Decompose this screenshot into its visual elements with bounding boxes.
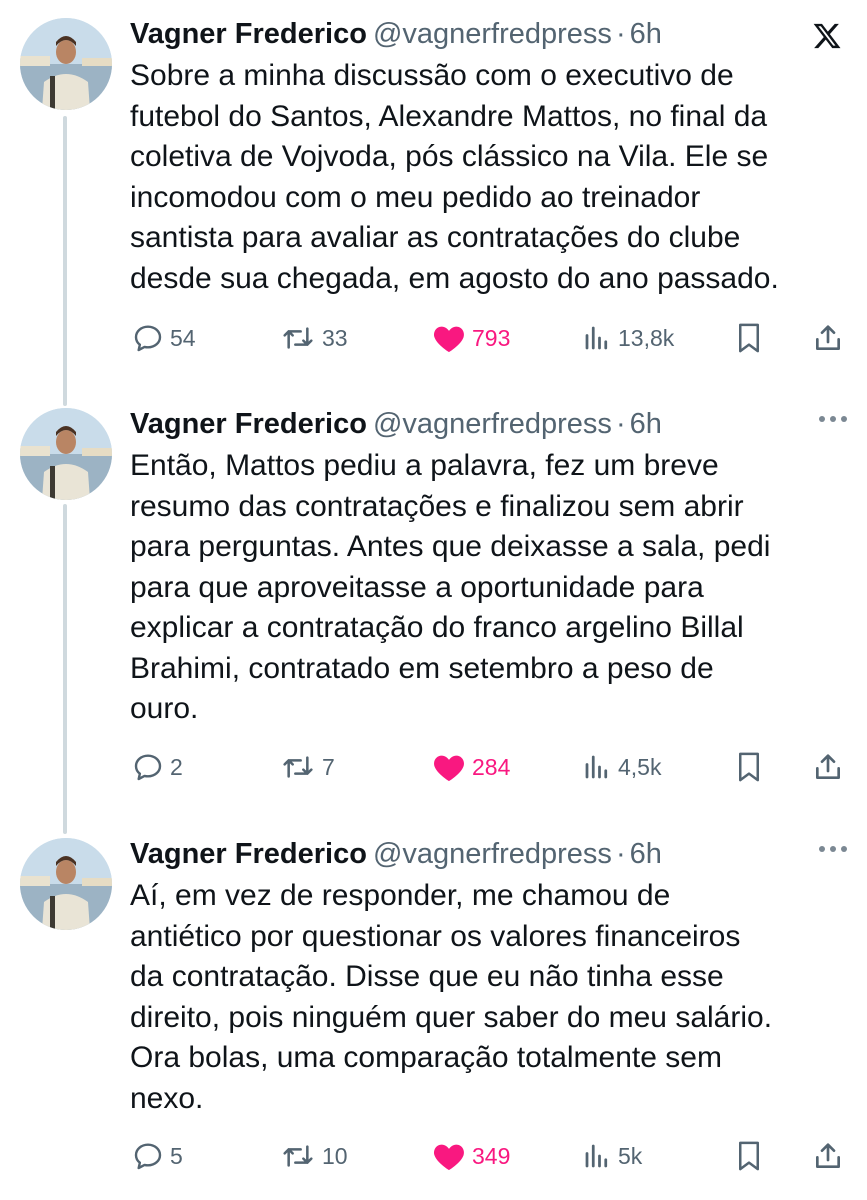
views-button[interactable]: 5k (582, 1136, 642, 1176)
tweet-1[interactable]: Vagner Frederico @vagnerfredpress · 6h Sobr… (0, 0, 867, 390)
tweet-3[interactable]: Vagner Frederico @vagnerfredpress · 6h Aí, … (0, 820, 867, 1200)
author-handle[interactable]: @vagnerfredpress (373, 838, 612, 870)
author-name[interactable]: Vagner Frederico (130, 18, 367, 50)
repost-button[interactable]: 7 (280, 747, 335, 787)
avatar[interactable] (20, 18, 112, 110)
repost-count: 7 (322, 753, 335, 780)
repost-icon (283, 756, 313, 778)
like-count: 284 (472, 753, 511, 780)
reply-button[interactable]: 54 (132, 318, 196, 358)
reply-button[interactable]: 2 (132, 747, 183, 787)
repost-count: 33 (322, 324, 348, 351)
avatar[interactable] (20, 838, 112, 930)
heart-icon (434, 326, 464, 353)
x-logo-icon[interactable] (809, 18, 845, 54)
share-button[interactable] (812, 747, 844, 787)
author-handle[interactable]: @vagnerfredpress (373, 408, 612, 440)
share-icon (816, 1143, 840, 1168)
tweet-text: Aí, em vez de responder, me chamou de an… (130, 879, 773, 1115)
avatar[interactable] (20, 408, 112, 500)
timestamp[interactable]: 6h (630, 408, 662, 440)
separator-dot: · (615, 838, 626, 870)
reply-icon (134, 754, 162, 781)
author-handle[interactable]: @vagnerfredpress (373, 18, 612, 50)
repost-count: 10 (322, 1142, 348, 1169)
timestamp[interactable]: 6h (630, 18, 662, 50)
tweet-text: Então, Mattos pediu a palavra, fez um br… (130, 449, 771, 725)
tweet-header: Vagner Frederico @vagnerfredpress · 6h (130, 14, 662, 54)
tweet-header: Vagner Frederico @vagnerfredpress · 6h (130, 404, 662, 444)
like-count: 349 (472, 1142, 511, 1169)
like-button[interactable]: 793 (432, 318, 510, 358)
heart-icon (434, 1144, 464, 1171)
reply-count: 54 (170, 324, 196, 351)
separator-dot: · (615, 408, 626, 440)
bookmark-button[interactable] (734, 1136, 764, 1176)
share-icon (816, 754, 840, 779)
views-count: 13,8k (618, 324, 675, 351)
repost-button[interactable]: 10 (280, 1136, 348, 1176)
reply-count: 2 (170, 753, 183, 780)
author-name[interactable]: Vagner Frederico (130, 838, 367, 870)
tweet-text: Sobre a minha discussão com o executivo … (130, 59, 779, 295)
tweet-header: Vagner Frederico @vagnerfredpress · 6h (130, 834, 662, 874)
views-button[interactable]: 4,5k (582, 747, 661, 787)
repost-button[interactable]: 33 (280, 318, 348, 358)
share-icon (816, 325, 840, 350)
reply-icon (134, 1143, 162, 1170)
views-count: 4,5k (618, 753, 662, 780)
reply-icon (134, 325, 162, 352)
tweet-actions: 5 10 349 5k (130, 1136, 850, 1176)
like-button[interactable]: 349 (432, 1136, 510, 1176)
reply-count: 5 (170, 1142, 183, 1169)
separator-dot: · (615, 18, 626, 50)
bookmark-button[interactable] (734, 747, 764, 787)
like-count: 793 (472, 324, 511, 351)
share-button[interactable] (812, 318, 844, 358)
repost-icon (283, 327, 313, 349)
like-button[interactable]: 284 (432, 747, 510, 787)
tweet-2[interactable]: Vagner Frederico @vagnerfredpress · 6h Entã… (0, 390, 867, 820)
repost-icon (283, 1145, 313, 1167)
bookmark-icon (739, 752, 759, 782)
views-count: 5k (618, 1142, 643, 1169)
views-icon (585, 326, 608, 350)
more-options-icon[interactable] (819, 846, 847, 852)
share-button[interactable] (812, 1136, 844, 1176)
timestamp[interactable]: 6h (630, 838, 662, 870)
reply-button[interactable]: 5 (132, 1136, 183, 1176)
views-button[interactable]: 13,8k (582, 318, 674, 358)
more-options-icon[interactable] (819, 416, 847, 422)
views-icon (585, 1144, 608, 1168)
tweet-actions: 2 7 284 4,5k (130, 747, 850, 787)
heart-icon (434, 755, 464, 782)
bookmark-icon (739, 323, 759, 353)
bookmark-button[interactable] (734, 318, 764, 358)
bookmark-icon (739, 1141, 759, 1171)
views-icon (585, 755, 608, 779)
author-name[interactable]: Vagner Frederico (130, 408, 367, 440)
tweet-actions: 54 33 793 13,8k (130, 318, 850, 358)
